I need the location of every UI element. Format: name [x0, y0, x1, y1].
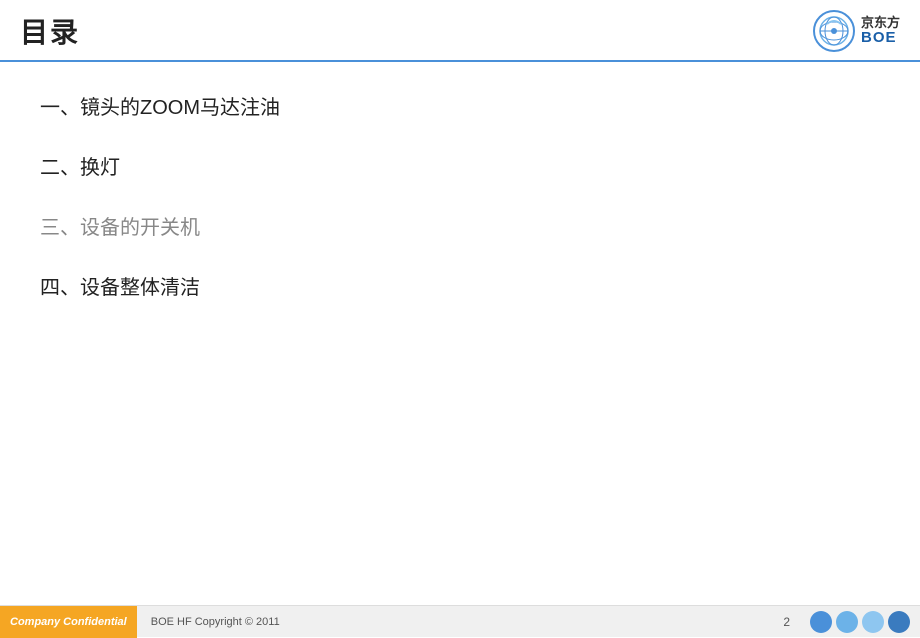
logo-english-name: BOE: [861, 30, 897, 47]
page-number: 2: [763, 615, 810, 629]
list-item: 二、换灯: [40, 152, 880, 184]
footer-icon-2: [836, 611, 858, 633]
list-item: 三、设备的开关机: [40, 212, 880, 244]
slide-footer: Company Confidential BOE HF Copyright © …: [0, 605, 920, 637]
copyright-text: BOE HF Copyright © 2011: [137, 616, 764, 628]
slide-title: 目录: [20, 11, 80, 51]
logo-area: 京东方 BOE: [813, 10, 900, 52]
confidential-label: Company Confidential: [0, 606, 137, 638]
boe-logo-icon: [813, 10, 855, 52]
logo-text-area: 京东方 BOE: [861, 16, 900, 47]
menu-item-1-text: 一、镜头的ZOOM马达注油: [40, 97, 280, 119]
footer-icon-3: [862, 611, 884, 633]
list-item: 一、镜头的ZOOM马达注油: [40, 92, 880, 124]
logo-chinese-name: 京东方: [861, 16, 900, 30]
footer-icon-1: [810, 611, 832, 633]
slide-header: 目录 京东方 BOE: [0, 0, 920, 62]
menu-item-2-text: 二、换灯: [40, 157, 120, 179]
slide-body: 一、镜头的ZOOM马达注油 二、换灯 三、设备的开关机 四、设备整体清洁: [0, 62, 920, 362]
menu-item-4-text: 四、设备整体清洁: [40, 277, 200, 299]
footer-icon-4: [888, 611, 910, 633]
menu-item-3-text: 三、设备的开关机: [40, 217, 200, 239]
list-item: 四、设备整体清洁: [40, 272, 880, 304]
footer-icon-group: [810, 611, 920, 633]
